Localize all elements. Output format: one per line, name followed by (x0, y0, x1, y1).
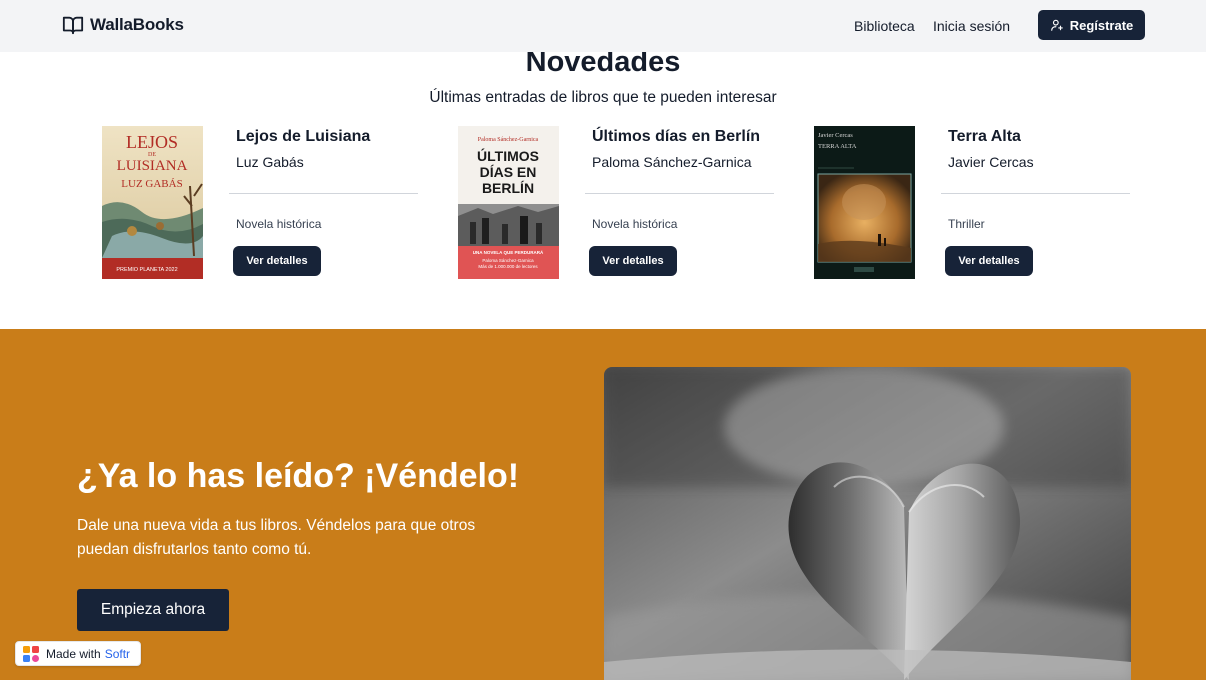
svg-text:DÍAS EN: DÍAS EN (480, 164, 537, 180)
svg-text:PREMIO PLANETA 2022: PREMIO PLANETA 2022 (116, 267, 177, 273)
register-label: Regístrate (1069, 17, 1134, 33)
softr-brand-label: Softr (104, 646, 131, 661)
sell-title: ¿Ya lo has leído? ¡Véndelo! (77, 457, 520, 495)
brand-logo[interactable]: WallaBooks (62, 14, 184, 36)
sell-section: ¿Ya lo has leído? ¡Véndelo! Dale una nue… (0, 329, 1206, 680)
sell-description: Dale una nueva vida a tus libros. Véndel… (77, 517, 476, 558)
book-author: Luz Gabás (236, 154, 304, 170)
book-card: Paloma Sánchez-Garnica ÚLTIMOS DÍAS EN B… (458, 126, 798, 281)
view-details-button[interactable]: Ver detalles (945, 246, 1033, 276)
svg-text:BERLÍN: BERLÍN (482, 180, 534, 196)
svg-text:LUZ GABÁS: LUZ GABÁS (121, 178, 182, 190)
book-genre: Thriller (948, 217, 985, 231)
svg-text:LEJOS: LEJOS (126, 132, 178, 152)
book-author: Javier Cercas (948, 154, 1034, 170)
navbar: WallaBooks Biblioteca Inicia sesión Regí… (0, 0, 1206, 52)
book-author: Paloma Sánchez-Garnica (592, 154, 752, 170)
novedades-subtitle: Últimas entradas de libros que te pueden… (429, 89, 777, 106)
svg-text:Javier Cercas: Javier Cercas (818, 132, 853, 139)
brand-name: WallaBooks (90, 15, 184, 34)
svg-text:UNA NOVELA QUE PERDURARÁ: UNA NOVELA QUE PERDURARÁ (473, 249, 544, 255)
heart-book-photo (604, 367, 1131, 680)
svg-text:Paloma Sánchez-Garnica: Paloma Sánchez-Garnica (478, 137, 539, 143)
nav-link-biblioteca[interactable]: Biblioteca (854, 18, 915, 34)
svg-text:ÚLTIMOS: ÚLTIMOS (477, 147, 539, 164)
open-book-icon (62, 16, 84, 35)
book-card: Javier Cercas TERRA ALTA Terra Alta Javi… (814, 126, 1154, 281)
svg-text:Más de 1.000.000 de lectores: Más de 1.000.000 de lectores (478, 264, 538, 269)
divider (229, 193, 418, 194)
book-genre: Novela histórica (592, 217, 678, 231)
book-cover-image[interactable]: Javier Cercas TERRA ALTA (814, 126, 915, 279)
book-title[interactable]: Terra Alta (948, 128, 1021, 146)
register-button[interactable]: Regístrate (1038, 10, 1145, 40)
svg-text:TERRA ALTA: TERRA ALTA (818, 143, 857, 150)
view-details-button[interactable]: Ver detalles (589, 246, 677, 276)
softr-logo-icon (23, 645, 39, 662)
svg-text:LUISIANA: LUISIANA (117, 158, 188, 174)
view-details-button[interactable]: Ver detalles (233, 246, 321, 276)
book-title[interactable]: Lejos de Luisiana (236, 128, 370, 146)
user-plus-icon (1050, 19, 1063, 31)
divider (585, 193, 774, 194)
divider (941, 193, 1130, 194)
book-title[interactable]: Últimos días en Berlín (592, 128, 760, 146)
nav-link-login[interactable]: Inicia sesión (933, 18, 1010, 34)
svg-text:Paloma Sánchez-Garnica: Paloma Sánchez-Garnica (482, 258, 534, 263)
made-with-label: Made with (46, 646, 101, 661)
book-cover-image[interactable]: Paloma Sánchez-Garnica ÚLTIMOS DÍAS EN B… (458, 126, 559, 279)
book-cover-image[interactable]: LEJOS DE LUISIANA LUZ GABÁS PREMIO PLANE… (102, 126, 203, 279)
book-genre: Novela histórica (236, 217, 322, 231)
made-with-softr-badge[interactable]: Made with Softr (15, 641, 141, 666)
start-now-button[interactable]: Empieza ahora (77, 589, 229, 631)
book-card: LEJOS DE LUISIANA LUZ GABÁS PREMIO PLANE… (102, 126, 442, 281)
